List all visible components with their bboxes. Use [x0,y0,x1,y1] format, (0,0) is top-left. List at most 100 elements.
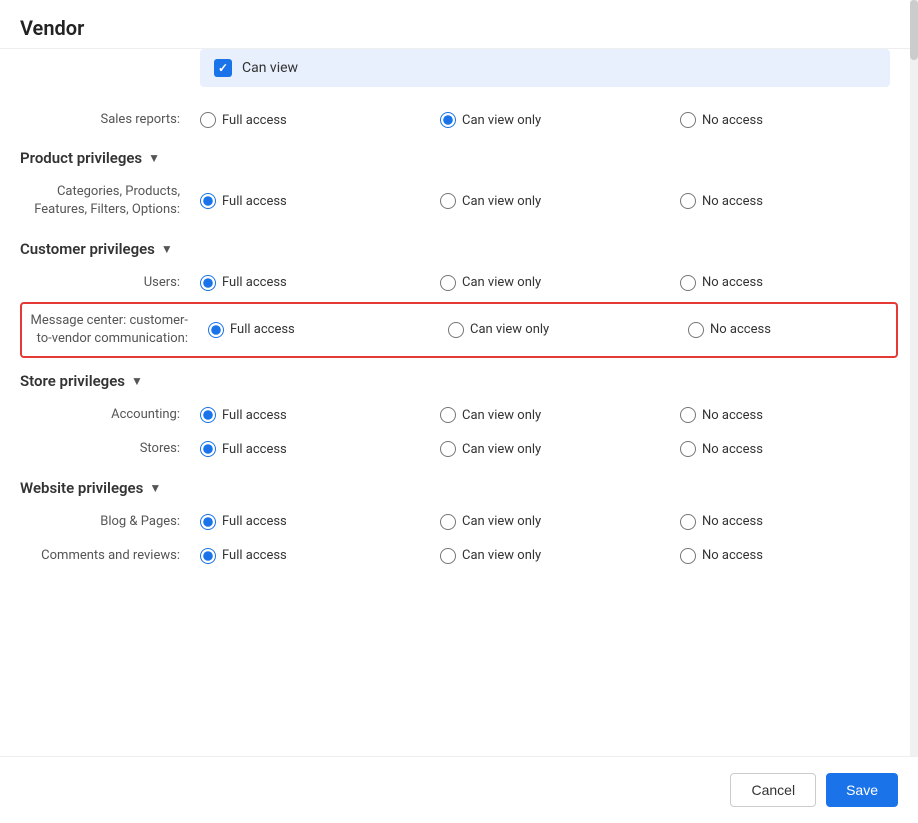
cat-can-view-option[interactable]: Can view only [440,193,680,209]
cat-no-access-option[interactable]: No access [680,193,918,209]
users-can-view-radio[interactable] [440,275,456,291]
sales-reports-label: Sales reports: [20,111,200,129]
users-full-access-option[interactable]: Full access [200,275,440,291]
blog-no-access-option[interactable]: No access [680,514,918,530]
stores-no-access-label: No access [702,442,763,457]
blog-can-view-radio[interactable] [440,514,456,530]
msg-can-view-label: Can view only [470,322,549,337]
sales-can-view-radio[interactable] [440,112,456,128]
customer-privileges-label: Customer privileges [20,240,155,258]
stores-can-view-option[interactable]: Can view only [440,441,680,457]
product-privileges-label: Product privileges [20,149,142,167]
stores-can-view-label: Can view only [462,442,541,457]
content-area: Can view Sales reports: Full access Can … [0,49,918,593]
blog-no-access-label: No access [702,514,763,529]
cancel-button[interactable]: Cancel [730,773,816,807]
cat-no-access-label: No access [702,194,763,209]
customer-privileges-header[interactable]: Customer privileges ▼ [20,228,898,266]
store-chevron-icon: ▼ [131,374,143,388]
blog-full-access-radio[interactable] [200,514,216,530]
users-no-access-radio[interactable] [680,275,696,291]
stores-no-access-radio[interactable] [680,441,696,457]
save-button[interactable]: Save [826,773,898,807]
sales-can-view-option[interactable]: Can view only [440,112,680,128]
comments-no-access-label: No access [702,548,763,563]
msg-no-access-option[interactable]: No access [688,322,918,338]
stores-full-access-radio[interactable] [200,441,216,457]
stores-full-access-label: Full access [222,442,287,457]
store-privileges-header[interactable]: Store privileges ▼ [20,360,898,398]
message-center-label: Message center: customer-to-vendor commu… [28,312,208,348]
comments-can-view-radio[interactable] [440,548,456,564]
product-chevron-icon: ▼ [148,151,160,165]
page-header: Vendor [0,0,918,49]
scrollbar-track[interactable] [910,0,918,823]
comments-no-access-radio[interactable] [680,548,696,564]
acct-no-access-option[interactable]: No access [680,407,918,423]
website-chevron-icon: ▼ [149,481,161,495]
users-no-access-option[interactable]: No access [680,275,918,291]
website-privileges-header[interactable]: Website privileges ▼ [20,467,898,505]
comments-full-access-option[interactable]: Full access [200,548,440,564]
msg-can-view-radio[interactable] [448,322,464,338]
customer-chevron-icon: ▼ [161,242,173,256]
blog-full-access-label: Full access [222,514,287,529]
acct-full-access-radio[interactable] [200,407,216,423]
sales-reports-options: Full access Can view only No access [200,112,918,128]
categories-products-label: Categories, Products, Features, Filters,… [20,183,200,219]
product-privileges-header[interactable]: Product privileges ▼ [20,137,898,175]
users-full-access-radio[interactable] [200,275,216,291]
msg-full-access-option[interactable]: Full access [208,322,448,338]
cat-full-access-label: Full access [222,194,287,209]
stores-label: Stores: [20,440,200,458]
stores-no-access-option[interactable]: No access [680,441,918,457]
acct-no-access-radio[interactable] [680,407,696,423]
acct-no-access-label: No access [702,408,763,423]
sales-full-access-option[interactable]: Full access [200,112,440,128]
categories-products-row: Categories, Products, Features, Filters,… [20,175,898,227]
msg-no-access-label: No access [710,322,771,337]
message-center-options: Full access Can view only No access [208,322,918,338]
sales-full-access-radio[interactable] [200,112,216,128]
stores-can-view-radio[interactable] [440,441,456,457]
blog-full-access-option[interactable]: Full access [200,514,440,530]
blog-pages-row: Blog & Pages: Full access Can view only … [20,505,898,539]
cat-full-access-radio[interactable] [200,193,216,209]
comments-full-access-radio[interactable] [200,548,216,564]
stores-full-access-option[interactable]: Full access [200,441,440,457]
acct-can-view-radio[interactable] [440,407,456,423]
comments-reviews-row: Comments and reviews: Full access Can vi… [20,539,898,573]
comments-can-view-option[interactable]: Can view only [440,548,680,564]
acct-full-access-option[interactable]: Full access [200,407,440,423]
users-can-view-option[interactable]: Can view only [440,275,680,291]
comments-no-access-option[interactable]: No access [680,548,918,564]
sales-no-access-option[interactable]: No access [680,112,918,128]
acct-can-view-option[interactable]: Can view only [440,407,680,423]
cat-full-access-option[interactable]: Full access [200,193,440,209]
blog-no-access-radio[interactable] [680,514,696,530]
cat-no-access-radio[interactable] [680,193,696,209]
users-full-access-label: Full access [222,275,287,290]
sales-reports-row: Sales reports: Full access Can view only… [20,103,898,137]
msg-full-access-radio[interactable] [208,322,224,338]
can-view-checkbox[interactable] [214,59,232,77]
comments-reviews-options: Full access Can view only No access [200,548,918,564]
store-privileges-label: Store privileges [20,372,125,390]
can-view-row: Can view [200,49,890,87]
footer: Cancel Save [0,756,918,823]
blog-can-view-option[interactable]: Can view only [440,514,680,530]
cat-can-view-radio[interactable] [440,193,456,209]
cat-can-view-label: Can view only [462,194,541,209]
sales-no-access-radio[interactable] [680,112,696,128]
comments-full-access-label: Full access [222,548,287,563]
blog-can-view-label: Can view only [462,514,541,529]
sales-full-access-label: Full access [222,113,287,128]
msg-no-access-radio[interactable] [688,322,704,338]
stores-options: Full access Can view only No access [200,441,918,457]
sales-no-access-label: No access [702,113,763,128]
scrollbar-thumb[interactable] [910,0,918,60]
categories-products-options: Full access Can view only No access [200,193,918,209]
users-options: Full access Can view only No access [200,275,918,291]
users-label: Users: [20,274,200,292]
msg-can-view-option[interactable]: Can view only [448,322,688,338]
